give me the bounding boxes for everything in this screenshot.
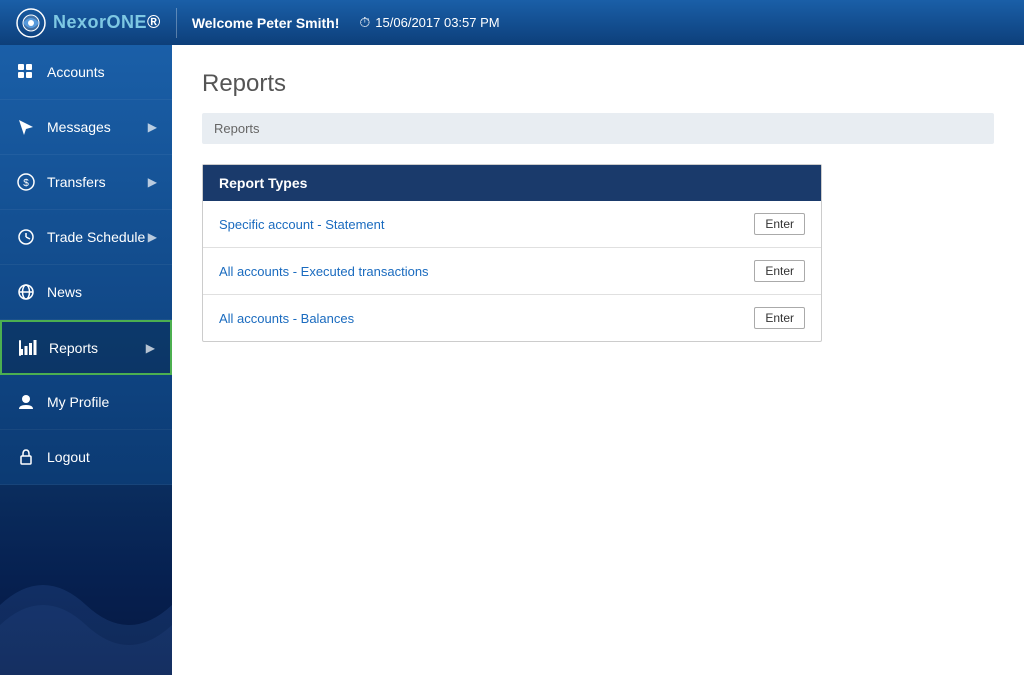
grid-icon [15,61,37,83]
main-layout: Accounts Messages ▶ $ Transfers ▶ Trade … [0,45,1024,675]
header-divider [176,8,177,38]
transfers-label: Transfers [47,174,148,190]
datetime-text: 15/06/2017 03:57 PM [375,15,499,30]
transfers-arrow: ▶ [148,175,157,189]
enter-button-executed[interactable]: Enter [754,260,805,282]
report-types-header: Report Types [203,165,821,201]
content-area: Reports Reports Report Types Specific ac… [172,45,1024,675]
sidebar: Accounts Messages ▶ $ Transfers ▶ Trade … [0,45,172,675]
report-types-container: Report Types Specific account - Statemen… [202,164,822,342]
cursor-icon [15,116,37,138]
reports-arrow: ▶ [146,341,155,355]
logout-label: Logout [47,449,157,465]
messages-arrow: ▶ [148,120,157,134]
accounts-label: Accounts [47,64,157,80]
sidebar-wave [0,525,172,675]
messages-label: Messages [47,119,148,135]
trade-schedule-label: Trade Schedule [47,229,148,245]
globe-icon [15,281,37,303]
header: NexorONE® Welcome Peter Smith! ⏱ 15/06/2… [0,0,1024,45]
logo: NexorONE® [15,7,161,39]
clock-nav-icon [15,226,37,248]
chart-icon [17,337,39,359]
news-label: News [47,284,157,300]
report-link-executed[interactable]: All accounts - Executed transactions [219,264,429,279]
report-row: All accounts - Balances Enter [203,295,821,341]
sidebar-item-transfers[interactable]: $ Transfers ▶ [0,155,172,210]
dollar-icon: $ [15,171,37,193]
clock-area: ⏱ 15/06/2017 03:57 PM [359,14,499,31]
enter-button-statement[interactable]: Enter [754,213,805,235]
sidebar-item-logout[interactable]: Logout [0,430,172,485]
breadcrumb: Reports [202,113,994,144]
report-link-statement[interactable]: Specific account - Statement [219,217,384,232]
logo-text: NexorONE® [53,12,161,33]
logo-icon [15,7,47,39]
breadcrumb-text: Reports [214,121,260,136]
sidebar-item-messages[interactable]: Messages ▶ [0,100,172,155]
svg-text:$: $ [23,178,29,189]
reports-label: Reports [49,340,146,356]
sidebar-item-my-profile[interactable]: My Profile [0,375,172,430]
lock-icon [15,446,37,468]
my-profile-label: My Profile [47,394,157,410]
trade-schedule-arrow: ▶ [148,230,157,244]
report-types-title: Report Types [219,175,307,191]
clock-icon: ⏱ [359,14,370,31]
sidebar-item-trade-schedule[interactable]: Trade Schedule ▶ [0,210,172,265]
report-link-balances[interactable]: All accounts - Balances [219,311,354,326]
report-row: Specific account - Statement Enter [203,201,821,248]
sidebar-item-news[interactable]: News [0,265,172,320]
enter-button-balances[interactable]: Enter [754,307,805,329]
welcome-text: Welcome Peter Smith! [192,15,340,31]
sidebar-bottom [0,485,172,675]
user-icon [15,391,37,413]
sidebar-item-accounts[interactable]: Accounts [0,45,172,100]
sidebar-item-reports[interactable]: Reports ▶ [0,320,172,375]
page-title: Reports [202,70,994,98]
report-row: All accounts - Executed transactions Ent… [203,248,821,295]
